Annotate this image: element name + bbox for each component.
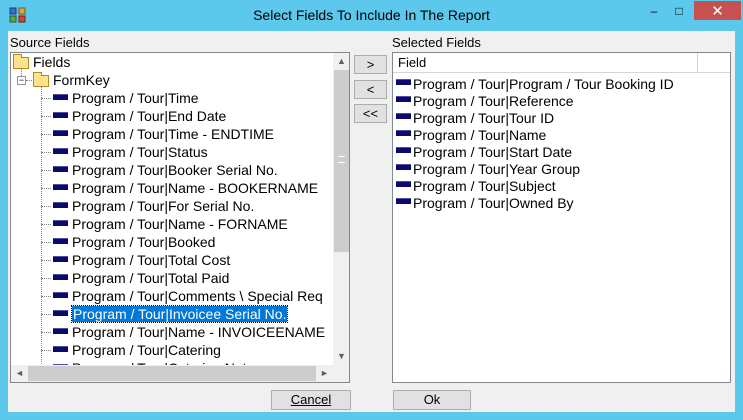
grip-icon [338, 156, 345, 163]
column-header-filler [698, 53, 730, 73]
dialog-client-area: Source Fields Selected Fields Fields − F… [8, 31, 735, 412]
tree-item[interactable]: Program / Tour|Catering [72, 342, 221, 360]
field-icon [396, 164, 411, 170]
field-icon [53, 112, 68, 118]
field-icon [53, 256, 68, 262]
tree-line [41, 116, 51, 117]
source-horizontal-scrollbar[interactable]: ◄ ► [11, 365, 333, 382]
remove-all-fields-button[interactable]: << [354, 104, 387, 123]
ok-button[interactable]: Ok [393, 390, 471, 410]
add-field-button[interactable]: > [354, 55, 387, 74]
tree-line [41, 152, 51, 153]
tree-line [41, 134, 51, 135]
field-icon [396, 198, 411, 204]
tree-item[interactable]: Program / Tour|Name - BOOKERNAME [72, 180, 318, 198]
tree-item[interactable]: Program / Tour|For Serial No. [72, 198, 254, 216]
tree-item[interactable]: Program / Tour|Time [72, 90, 199, 108]
field-icon [53, 202, 68, 208]
field-icon [396, 96, 411, 102]
tree-line [41, 296, 51, 297]
tree-item[interactable]: Program / Tour|Total Paid [72, 270, 229, 288]
source-fields-tree[interactable]: Fields − FormKey Program / Tour|Time Prog… [10, 52, 350, 383]
field-icon [53, 130, 68, 136]
field-icon [396, 147, 411, 153]
field-icon [53, 310, 68, 316]
tree-item[interactable]: Program / Tour|Total Cost [72, 252, 230, 270]
scroll-down-icon[interactable]: ▼ [333, 348, 349, 365]
field-icon [396, 130, 411, 136]
field-icon [53, 238, 68, 244]
tree-line [41, 188, 51, 189]
remove-field-button[interactable]: < [354, 80, 387, 99]
field-icon [53, 328, 68, 334]
cancel-button[interactable]: Cancel [271, 390, 351, 410]
field-icon [396, 113, 411, 119]
tree-line [41, 224, 51, 225]
collapse-icon[interactable]: − [17, 76, 26, 85]
tree-item[interactable]: Program / Tour|Name - FORNAME [72, 216, 288, 234]
field-icon [53, 148, 68, 154]
field-icon [53, 274, 68, 280]
close-button[interactable]: ✕ [694, 1, 741, 20]
scroll-left-icon[interactable]: ◄ [11, 365, 28, 382]
minimize-icon: – [650, 3, 658, 18]
field-icon [53, 220, 68, 226]
tree-item[interactable]: Program / Tour|Booker Serial No. [72, 162, 278, 180]
tree-line [41, 242, 51, 243]
scrollbar-corner [333, 365, 349, 382]
source-fields-label: Source Fields [10, 35, 90, 50]
tree-item[interactable]: Program / Tour|Status [72, 144, 208, 162]
column-header-field[interactable]: Field [393, 53, 698, 73]
tree-item[interactable]: Program / Tour|Booked [72, 234, 215, 252]
tree-line [41, 98, 51, 99]
field-icon [396, 181, 411, 187]
title-bar[interactable]: Select Fields To Include In The Report –… [0, 0, 743, 31]
tree-item[interactable]: Program / Tour|Comments \ Special Req [72, 288, 323, 306]
tree-line [41, 260, 51, 261]
field-icon [53, 94, 68, 100]
tree-line [26, 80, 32, 81]
scroll-up-icon[interactable]: ▲ [333, 53, 349, 70]
folder-icon [13, 54, 29, 69]
tree-view[interactable]: Fields − FormKey Program / Tour|Time Prog… [11, 53, 333, 365]
tree-line [41, 350, 51, 351]
tree-item[interactable]: Program / Tour|Invoicee Serial No. [70, 305, 289, 324]
scroll-thumb[interactable] [28, 366, 316, 381]
tree-item[interactable]: Program / Tour|Time - ENDTIME [72, 126, 274, 144]
folder-icon [33, 72, 49, 87]
tree-line [41, 332, 51, 333]
scroll-right-icon[interactable]: ► [316, 365, 333, 382]
tree-root-fields[interactable]: Fields [13, 54, 70, 72]
tree-line [41, 86, 42, 365]
window-title: Select Fields To Include In The Report [253, 7, 490, 23]
maximize-icon: □ [675, 3, 683, 18]
tree-line [41, 314, 51, 315]
source-vertical-scrollbar[interactable]: ▲ ▼ [333, 53, 349, 365]
tree-node-formkey[interactable]: FormKey [33, 72, 110, 90]
tree-line [41, 206, 51, 207]
scroll-thumb[interactable] [334, 70, 349, 252]
field-icon [53, 166, 68, 172]
tree-line [41, 170, 51, 171]
field-icon [53, 346, 68, 352]
selected-fields-list[interactable]: Field Program / Tour|Program / Tour Book… [392, 52, 731, 383]
tree-item[interactable]: Program / Tour|End Date [72, 108, 226, 126]
selected-fields-label: Selected Fields [392, 35, 481, 50]
field-icon [53, 184, 68, 190]
tree-line [41, 278, 51, 279]
maximize-button[interactable]: □ [663, 1, 695, 20]
close-icon: ✕ [711, 2, 724, 20]
field-icon [53, 292, 68, 298]
tree-item[interactable]: Program / Tour|Name - INVOICEENAME [72, 324, 325, 342]
field-icon [396, 79, 411, 85]
